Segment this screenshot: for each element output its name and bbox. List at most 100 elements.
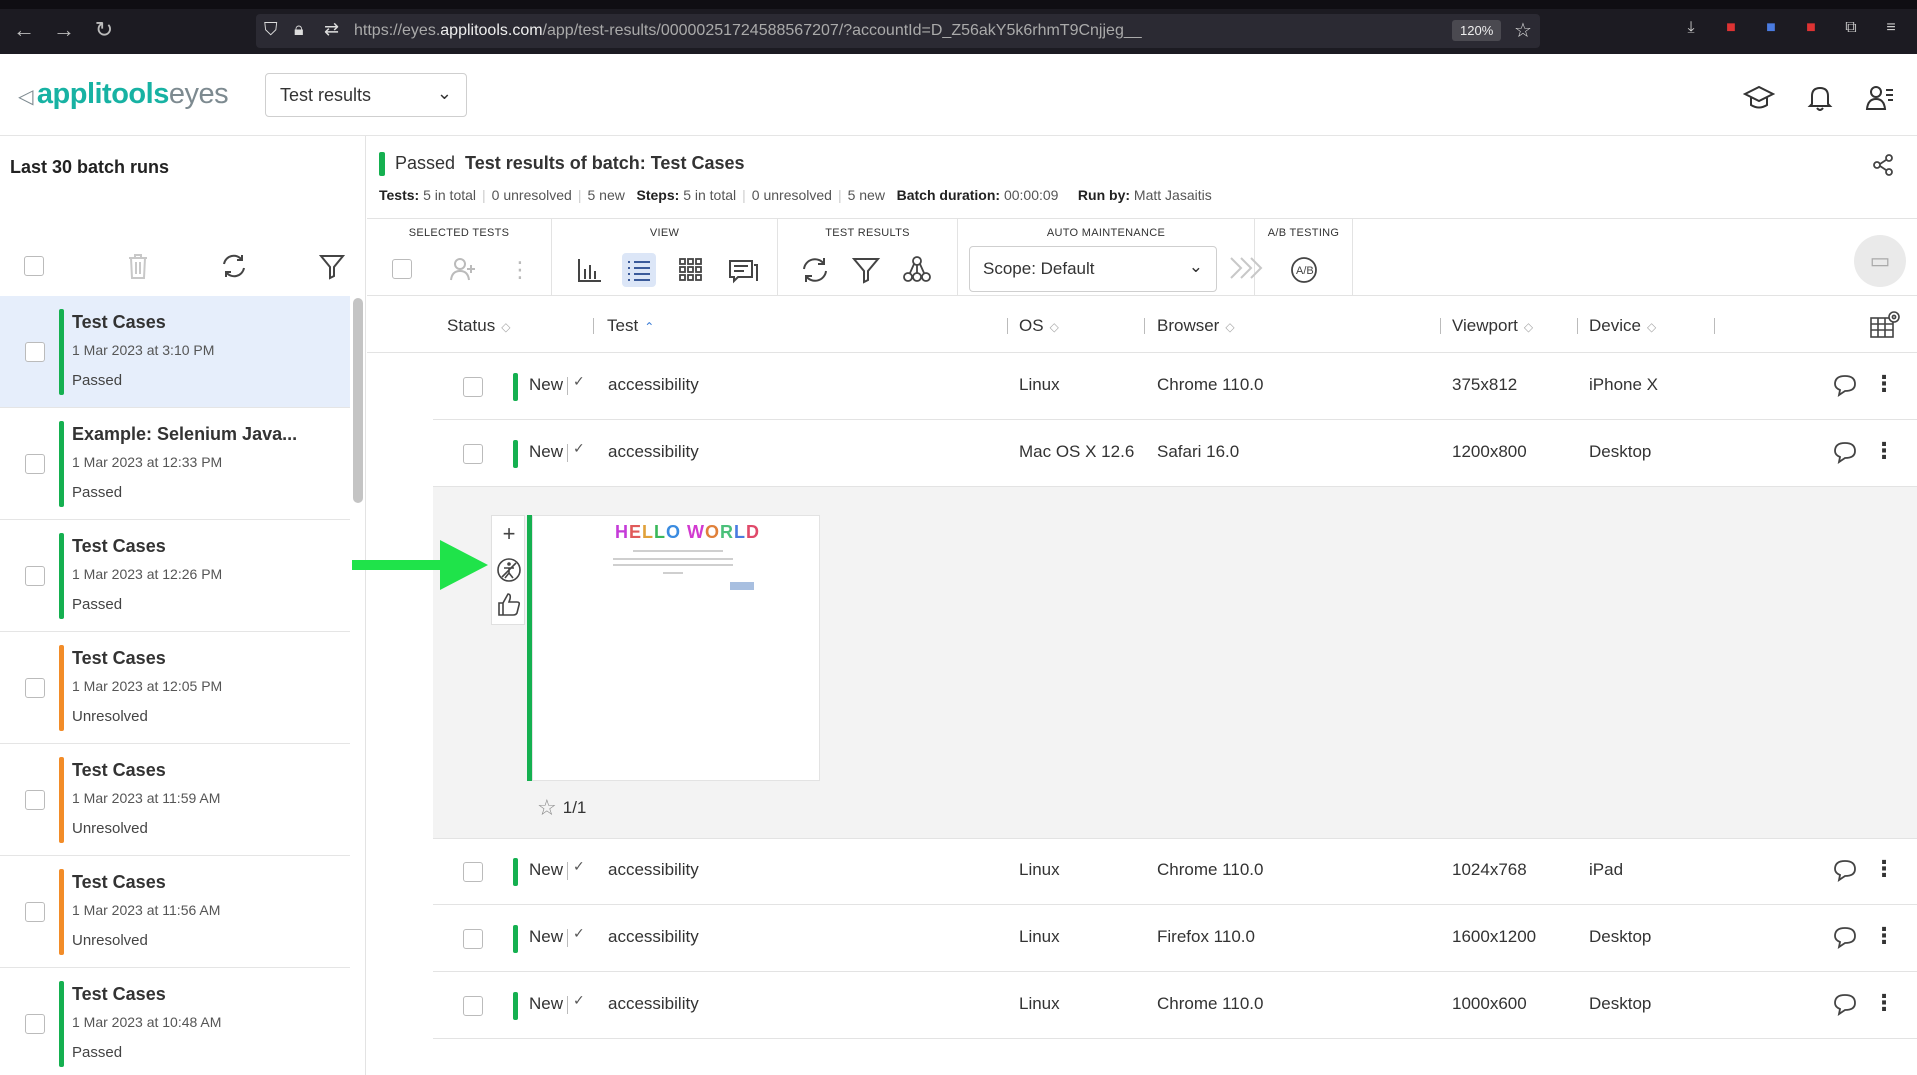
zoom-in-icon[interactable]: +	[495, 520, 523, 548]
test-name-cell[interactable]: accessibility	[608, 860, 699, 880]
video-extension-icon[interactable]: ■	[1760, 19, 1782, 39]
batch-checkbox[interactable]	[25, 342, 45, 362]
comment-icon[interactable]	[1832, 373, 1858, 397]
download-icon[interactable]: ⤓	[1680, 19, 1702, 39]
row-more-icon[interactable]: ⋮	[1873, 923, 1895, 949]
table-row[interactable]: New ✓ accessibility Linux Chrome 110.0 1024x7…	[433, 838, 1917, 905]
ab-testing-icon[interactable]: A/B	[1287, 253, 1321, 287]
batch-item[interactable]: Test Cases 1 Mar 2023 at 3:10 PM Passed	[0, 296, 350, 408]
row-more-icon[interactable]: ⋮	[1873, 371, 1895, 397]
comment-icon[interactable]	[1832, 925, 1858, 949]
batch-item[interactable]: Test Cases 1 Mar 2023 at 10:48 AM Passed	[0, 968, 350, 1075]
test-name-cell[interactable]: accessibility	[608, 927, 699, 947]
batch-item[interactable]: Test Cases 1 Mar 2023 at 12:26 PM Passed	[0, 520, 350, 632]
filter-results-icon[interactable]	[849, 253, 883, 287]
check-icon[interactable]: ✓	[573, 925, 585, 942]
back-icon[interactable]: ←	[12, 18, 36, 42]
column-divider[interactable]	[1714, 318, 1715, 334]
row-checkbox[interactable]	[463, 929, 483, 949]
check-icon[interactable]: ✓	[573, 858, 585, 875]
filter-icon[interactable]	[318, 252, 346, 280]
user-menu-icon[interactable]	[1864, 82, 1896, 114]
bar-chart-icon[interactable]	[573, 253, 607, 287]
bookmark-star-icon[interactable]: ☆	[1514, 18, 1532, 43]
column-test[interactable]: Test ⌃	[607, 316, 654, 336]
permissions-icon[interactable]: ⇄	[324, 19, 339, 40]
batch-checkbox[interactable]	[25, 454, 45, 474]
bell-icon[interactable]	[1804, 82, 1836, 114]
scope-select[interactable]: Scope: Default ⌄	[969, 246, 1217, 292]
check-icon[interactable]: ✓	[573, 992, 585, 1009]
refresh-results-icon[interactable]	[798, 253, 832, 287]
table-row[interactable]: New ✓ accessibility Linux Chrome 110.0 375x81…	[433, 353, 1917, 420]
menu-icon[interactable]: ≡	[1880, 19, 1902, 39]
details-view-icon[interactable]	[726, 253, 760, 287]
extension-icon[interactable]: ■	[1720, 19, 1742, 39]
test-name-cell[interactable]: accessibility	[608, 994, 699, 1014]
more-vertical-icon[interactable]: ⋮	[503, 253, 537, 287]
table-row[interactable]: New ✓ accessibility Mac OS X 12.6 Safari 16.…	[433, 420, 1917, 487]
row-checkbox[interactable]	[463, 996, 483, 1016]
star-icon[interactable]: ☆	[537, 795, 557, 820]
batch-item[interactable]: Test Cases 1 Mar 2023 at 11:59 AM Unresolv…	[0, 744, 350, 856]
table-row[interactable]: New ✓ accessibility Linux Firefox 110.0 1600x…	[433, 905, 1917, 972]
column-viewport[interactable]: Viewport ◇	[1452, 316, 1533, 336]
column-divider[interactable]	[1007, 318, 1008, 334]
batch-checkbox[interactable]	[25, 790, 45, 810]
comment-icon[interactable]	[1832, 858, 1858, 882]
reload-icon[interactable]: ↻	[92, 18, 116, 42]
row-more-icon[interactable]: ⋮	[1873, 438, 1895, 464]
assign-user-icon[interactable]	[449, 255, 477, 283]
select-tests-checkbox[interactable]	[392, 259, 412, 279]
grid-view-icon[interactable]	[674, 253, 708, 287]
column-divider[interactable]	[1144, 318, 1145, 334]
table-row[interactable]: New ✓ accessibility Linux Chrome 110.0 1000x6…	[433, 972, 1917, 1039]
batch-item[interactable]: Example: Selenium Java... 1 Mar 2023 at 1…	[0, 408, 350, 520]
batch-checkbox[interactable]	[25, 678, 45, 698]
comment-icon[interactable]	[1832, 440, 1858, 464]
batch-checkbox[interactable]	[25, 902, 45, 922]
zoom-badge[interactable]: 120%	[1452, 20, 1502, 41]
group-by-icon[interactable]	[900, 253, 934, 287]
batch-checkbox[interactable]	[25, 566, 45, 586]
page-select[interactable]: Test results ⌄	[265, 73, 467, 117]
test-name-cell[interactable]: accessibility	[608, 442, 699, 462]
row-more-icon[interactable]: ⋮	[1873, 990, 1895, 1016]
applitools-logo[interactable]: ◁ applitoolseyes	[18, 78, 229, 111]
extension-icon[interactable]: ■	[1800, 19, 1822, 39]
column-browser[interactable]: Browser ◇	[1157, 316, 1235, 336]
graduation-cap-icon[interactable]	[1743, 82, 1775, 114]
accessibility-icon[interactable]	[495, 556, 523, 584]
row-checkbox[interactable]	[463, 862, 483, 882]
step-thumbnail[interactable]: HELLO WORLD	[532, 515, 820, 781]
row-checkbox[interactable]	[463, 377, 483, 397]
comment-icon[interactable]	[1832, 992, 1858, 1016]
column-divider[interactable]	[1577, 318, 1578, 334]
batch-checkbox[interactable]	[25, 1014, 45, 1034]
select-all-checkbox[interactable]	[24, 256, 44, 276]
status-divider	[567, 996, 568, 1014]
thumbs-up-icon[interactable]	[495, 590, 523, 618]
forward-icon[interactable]: →	[52, 18, 76, 42]
row-checkbox[interactable]	[463, 444, 483, 464]
column-status[interactable]: Status ◇	[447, 316, 510, 336]
refresh-icon[interactable]	[220, 252, 248, 280]
check-icon[interactable]: ✓	[573, 440, 585, 457]
save-icon[interactable]: ▭	[1854, 235, 1906, 287]
column-os[interactable]: OS ◇	[1019, 316, 1059, 336]
test-name-cell[interactable]: accessibility	[608, 375, 699, 395]
share-icon[interactable]	[1872, 154, 1894, 176]
extensions-puzzle-icon[interactable]: ⧉	[1840, 19, 1862, 39]
trash-icon[interactable]	[126, 252, 150, 280]
batch-item[interactable]: Test Cases 1 Mar 2023 at 11:56 AM Unresolv…	[0, 856, 350, 968]
column-divider[interactable]	[593, 318, 594, 334]
row-more-icon[interactable]: ⋮	[1873, 856, 1895, 882]
sidebar-scroll-thumb[interactable]	[353, 298, 363, 503]
column-device[interactable]: Device ◇	[1589, 316, 1656, 336]
batch-item[interactable]: Test Cases 1 Mar 2023 at 12:05 PM Unresolv…	[0, 632, 350, 744]
list-view-icon[interactable]	[622, 253, 656, 287]
column-settings-icon[interactable]	[1869, 310, 1901, 340]
column-divider[interactable]	[1440, 318, 1441, 334]
check-icon[interactable]: ✓	[573, 373, 585, 390]
address-bar[interactable]: ⛉ 🔒︎ ⇄ https://eyes.applitools.com/app/t…	[256, 14, 1540, 48]
